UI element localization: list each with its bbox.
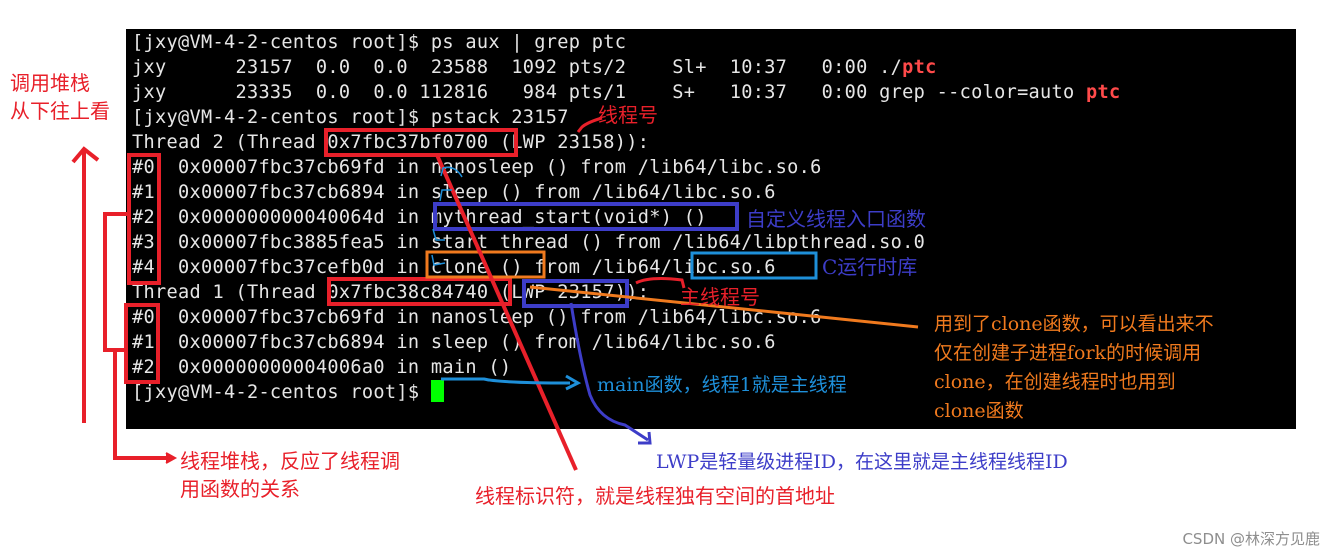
thread-header: Thread 1 (Thread 0x7fbc38c84740 (LWP 231… xyxy=(132,282,650,303)
custom-entry-note: 自定义线程入口函数 xyxy=(746,207,926,231)
grep-highlight: ptc xyxy=(902,57,937,78)
grep-highlight: ptc xyxy=(1086,82,1121,103)
stack-frame: #2 0x00000000004006a0 in main () xyxy=(132,357,512,378)
thread-number-note: 线程号 xyxy=(598,103,658,127)
stack-frame: #1 0x00007fbc37cb6894 in sleep () from /… xyxy=(132,182,776,203)
main-function-note: main函数，线程1就是主线程 xyxy=(597,374,847,396)
thread-header: Thread 2 (Thread 0x7fbc37bf0700 (LWP 231… xyxy=(132,132,650,153)
thread-stack-arrowhead xyxy=(165,452,178,464)
clone-note: 用到了clone函数，可以看出来不 仅在创建子进程fork的时候调用 clone… xyxy=(934,313,1214,422)
ps-row-text: jxy 23157 0.0 0.0 23588 1092 pts/2 Sl+ 1… xyxy=(132,57,903,78)
terminal-line: jxy 23157 0.0 0.0 23588 1092 pts/2 Sl+ 1… xyxy=(132,55,937,80)
prompt-text: [jxy@VM-4-2-centos root]$ xyxy=(132,382,431,403)
stack-frame: #3 0x00007fbc3885fea5 in start_thread ()… xyxy=(132,232,926,253)
stack-frame: #4 0x00007fbc37cefb0d in clone () from /… xyxy=(132,257,776,278)
call-stack-note: 调用堆栈 从下往上看 xyxy=(10,71,110,123)
up-arrow-head xyxy=(71,146,100,164)
lwp-arrowhead xyxy=(638,431,652,445)
cursor xyxy=(430,380,444,402)
stack-frame: #0 0x00007fbc37cb69fd in nanosleep () fr… xyxy=(132,157,822,178)
c-runtime-note: C运行时库 xyxy=(822,255,918,279)
lwp-note: LWP是轻量级进程ID，在这里就是主线程线程ID xyxy=(656,451,1068,473)
stack-frame: #2 0x000000000040064d in mythread_start(… xyxy=(132,207,707,228)
stack-frame: #1 0x00007fbc37cb6894 in sleep () from /… xyxy=(132,332,776,353)
thread-stack-note: 线程堆栈，反应了线程调 用函数的关系 xyxy=(180,449,400,501)
terminal-line: [jxy@VM-4-2-centos root]$ pstack 23157 xyxy=(132,107,569,128)
ps-row-text: jxy 23335 0.0 0.0 112816 984 pts/1 S+ 10… xyxy=(132,82,1087,103)
watermark: CSDN @林深方见鹿 xyxy=(1182,530,1320,548)
main-thread-number-note: 主线程号 xyxy=(680,285,760,309)
terminal-prompt[interactable]: [jxy@VM-4-2-centos root]$ xyxy=(132,380,444,405)
thread-identifier-note: 线程标识符，就是线程独有空间的首地址 xyxy=(475,484,835,508)
terminal-line: [jxy@VM-4-2-centos root]$ ps aux | grep … xyxy=(132,32,627,53)
